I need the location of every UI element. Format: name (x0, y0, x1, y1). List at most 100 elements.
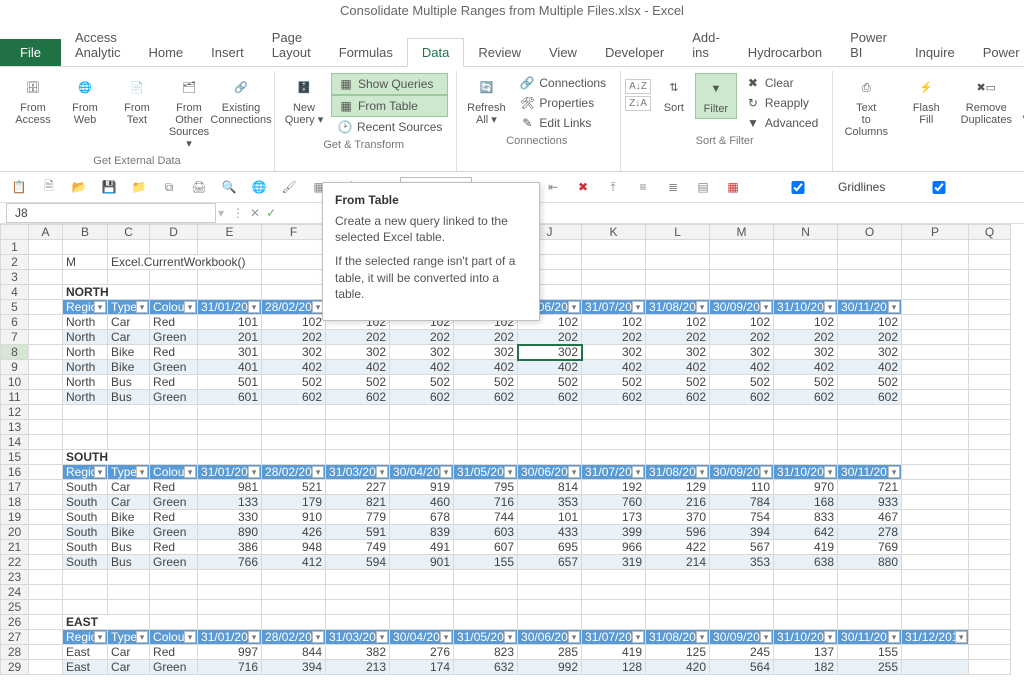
cell[interactable] (838, 450, 902, 465)
cell[interactable] (518, 450, 582, 465)
row-header[interactable]: 7 (1, 330, 29, 345)
cell[interactable] (838, 600, 902, 615)
cell[interactable] (29, 555, 63, 570)
cell[interactable] (108, 270, 150, 285)
col-header[interactable]: P (902, 225, 969, 240)
cell[interactable] (902, 480, 969, 495)
cell[interactable]: 721 (838, 480, 902, 495)
filter-dropdown-icon[interactable]: ▾ (440, 631, 452, 643)
namebox-dropdown-icon[interactable]: ▾ (218, 206, 224, 220)
cell[interactable] (29, 330, 63, 345)
cell[interactable]: 182 (774, 660, 838, 675)
cell[interactable] (969, 615, 1011, 630)
cell[interactable] (29, 660, 63, 675)
cell[interactable] (390, 585, 454, 600)
table-header-cell[interactable]: Colour▾ (150, 300, 198, 315)
cell[interactable] (774, 585, 838, 600)
cell[interactable]: 823 (454, 645, 518, 660)
table-header-cell[interactable]: 30/11/201▾ (838, 630, 902, 645)
cell[interactable]: 744 (454, 510, 518, 525)
cell[interactable]: Red (150, 315, 198, 330)
cell[interactable]: 910 (262, 510, 326, 525)
cell[interactable]: 821 (326, 495, 390, 510)
cell[interactable] (902, 330, 969, 345)
cell[interactable]: 419 (774, 540, 838, 555)
cell[interactable]: 302 (390, 345, 454, 360)
filter-dropdown-icon[interactable]: ▾ (312, 631, 324, 643)
cell[interactable] (902, 435, 969, 450)
cell[interactable]: 168 (774, 495, 838, 510)
cell[interactable] (969, 390, 1011, 405)
cell[interactable]: 102 (582, 315, 646, 330)
cell[interactable]: 970 (774, 480, 838, 495)
cell[interactable] (29, 420, 63, 435)
cell[interactable]: 353 (518, 495, 582, 510)
table-header-cell[interactable]: Colour▾ (150, 630, 198, 645)
cell[interactable] (262, 420, 326, 435)
connections-button[interactable]: 🔗Connections (513, 73, 612, 93)
cell[interactable]: 602 (774, 390, 838, 405)
cell[interactable]: 394 (710, 525, 774, 540)
cell[interactable] (902, 345, 969, 360)
cell[interactable] (969, 465, 1011, 480)
cell[interactable] (29, 435, 63, 450)
cell[interactable]: 638 (774, 555, 838, 570)
globe-icon[interactable]: 🌐 (250, 178, 268, 196)
cell[interactable] (29, 345, 63, 360)
cell[interactable] (774, 255, 838, 270)
cell[interactable] (902, 600, 969, 615)
cell[interactable] (969, 285, 1011, 300)
table-header-cell[interactable]: 31/01/201▾ (198, 630, 262, 645)
cell[interactable]: 602 (838, 390, 902, 405)
cell[interactable] (198, 285, 262, 300)
cell[interactable]: 602 (390, 390, 454, 405)
cell[interactable]: 997 (198, 645, 262, 660)
refresh-all-button[interactable]: 🔄 Refresh All ▾ (461, 73, 511, 129)
cell[interactable]: Red (150, 375, 198, 390)
row-header[interactable]: 16 (1, 465, 29, 480)
cell[interactable] (902, 315, 969, 330)
cell[interactable]: 567 (710, 540, 774, 555)
cell[interactable]: 992 (518, 660, 582, 675)
cell[interactable] (838, 435, 902, 450)
cell[interactable]: 278 (838, 525, 902, 540)
cell[interactable] (969, 405, 1011, 420)
cell[interactable]: Bus (108, 390, 150, 405)
text-to-columns-button[interactable]: ⎙Textto Columns (837, 73, 895, 141)
cell[interactable] (198, 570, 262, 585)
filter-dropdown-icon[interactable]: ▾ (888, 301, 900, 313)
cell[interactable] (646, 450, 710, 465)
cell[interactable]: 420 (646, 660, 710, 675)
row-header[interactable]: 27 (1, 630, 29, 645)
table-header-cell[interactable]: Region▾ (63, 465, 108, 480)
cell[interactable]: 502 (262, 375, 326, 390)
table-header-cell[interactable]: 28/02/201▾ (262, 630, 326, 645)
cell[interactable] (774, 420, 838, 435)
cell[interactable] (969, 315, 1011, 330)
cell[interactable] (969, 375, 1011, 390)
filter-dropdown-icon[interactable]: ▾ (696, 466, 708, 478)
cell[interactable] (262, 270, 326, 285)
row-header[interactable]: 12 (1, 405, 29, 420)
cell[interactable] (902, 585, 969, 600)
cell[interactable] (29, 615, 63, 630)
cell[interactable] (29, 645, 63, 660)
menu-home[interactable]: Home (134, 39, 197, 66)
cell[interactable]: 399 (582, 525, 646, 540)
cell[interactable]: Bus (108, 555, 150, 570)
cell[interactable] (108, 420, 150, 435)
cell[interactable]: Green (150, 525, 198, 540)
cell[interactable] (108, 570, 150, 585)
cell[interactable]: South (63, 480, 108, 495)
col-header[interactable]: F (262, 225, 326, 240)
cell[interactable]: 402 (774, 360, 838, 375)
cell[interactable]: Bus (108, 375, 150, 390)
cell[interactable]: 125 (646, 645, 710, 660)
delete-col-icon[interactable]: ✖ (574, 178, 592, 196)
cell[interactable]: 330 (198, 510, 262, 525)
from-table-button[interactable]: ▦From Table (331, 95, 448, 117)
clear-button[interactable]: ✖Clear (739, 73, 824, 93)
cell[interactable]: 779 (326, 510, 390, 525)
cell[interactable]: 766 (198, 555, 262, 570)
cell[interactable] (518, 420, 582, 435)
